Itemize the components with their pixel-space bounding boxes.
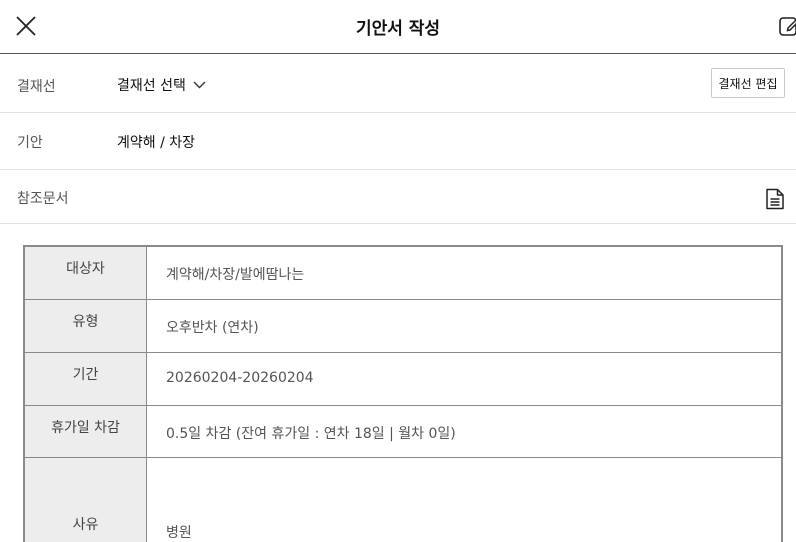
target-label: 대상자: [25, 247, 147, 299]
period-label: 기간: [25, 353, 147, 405]
leave-deduction-label: 휴가일 차감: [25, 406, 147, 457]
approval-line-select[interactable]: 결재선 선택: [117, 75, 206, 95]
leave-deduction-value: 0.5일 차감 (잔여 휴가일 : 연차 18일 | 월차 0일): [166, 426, 456, 442]
type-label: 유형: [25, 300, 147, 352]
document-icon[interactable]: [765, 188, 785, 210]
reason-value: 병원: [166, 525, 192, 541]
edit-icon[interactable]: [778, 14, 796, 38]
chevron-down-icon: [193, 81, 206, 89]
target-value: 계약해/차장/발에땀나는: [166, 267, 305, 283]
reference-docs-row: 참조문서: [0, 170, 796, 224]
reference-docs-label: 참조문서: [17, 191, 69, 207]
table-row: 휴가일 차감 0.5일 차감 (잔여 휴가일 : 연차 18일 | 월차 0일): [25, 406, 781, 458]
table-row: 대상자 계약해/차장/발에땀나는: [25, 247, 781, 300]
drafter-value: 계약해 / 차장: [117, 135, 196, 151]
approval-line-row: 결재선 결재선 선택 결재선 편집: [0, 55, 796, 113]
leave-details-table: 대상자 계약해/차장/발에땀나는 유형 오후반차 (연차) 기간 2026020…: [23, 245, 783, 542]
drafter-row: 기안 계약해 / 차장: [0, 113, 796, 170]
reason-label: 사유: [25, 458, 147, 542]
edit-approval-line-button[interactable]: 결재선 편집: [711, 68, 785, 98]
app-header: 기안서 작성: [0, 0, 796, 54]
table-row: 사유 병원: [25, 458, 781, 542]
period-value: 20260204-20260204: [166, 370, 314, 386]
approval-line-label: 결재선: [17, 79, 56, 95]
drafter-label: 기안: [17, 135, 43, 151]
table-row: 유형 오후반차 (연차): [25, 300, 781, 353]
type-value: 오후반차 (연차): [166, 320, 259, 336]
table-row: 기간 20260204-20260204: [25, 353, 781, 406]
approval-line-select-label: 결재선 선택: [117, 78, 186, 94]
page-title: 기안서 작성: [355, 19, 441, 39]
